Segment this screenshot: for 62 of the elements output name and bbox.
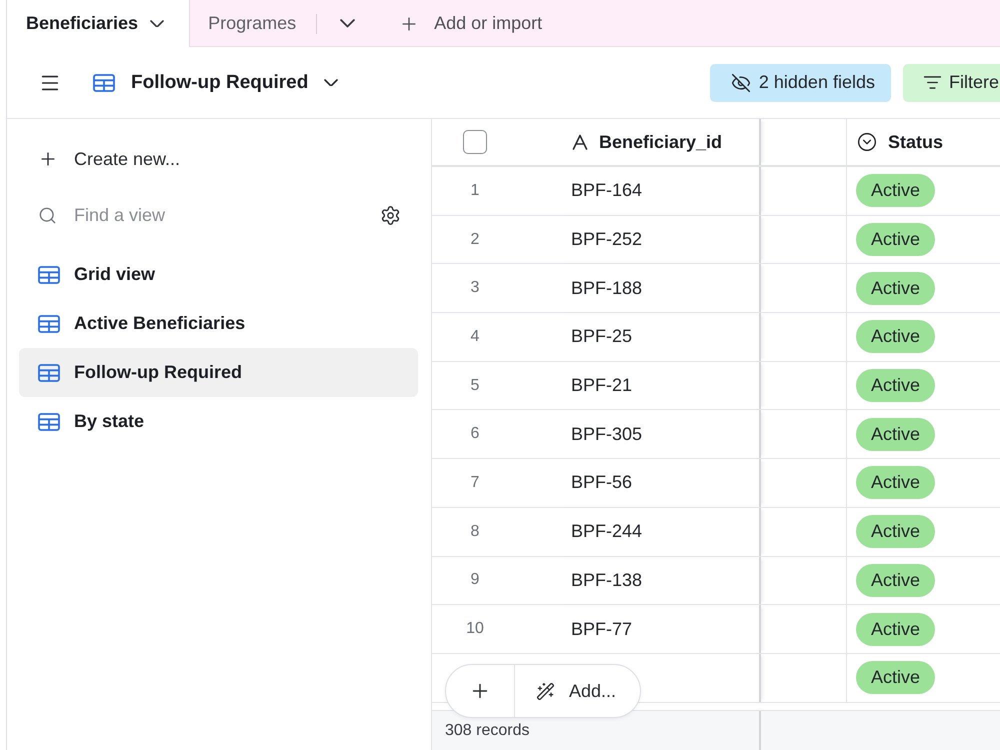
eye-off-icon	[730, 72, 751, 92]
status-tag: Active	[856, 466, 936, 500]
add-or-import-button[interactable]: Add or import	[399, 0, 542, 47]
magic-wand-icon	[536, 682, 555, 700]
letter-a-icon	[572, 134, 588, 150]
hidden-fields-button[interactable]: 2 hidden fields	[710, 64, 891, 102]
view-item[interactable]: Grid view	[19, 250, 418, 299]
table-cell: BPF-305	[560, 410, 761, 458]
table-icon	[38, 412, 60, 430]
table-cell: BPF-188	[560, 264, 761, 312]
status-tag: Active	[856, 272, 936, 305]
status-tag: Active	[856, 369, 936, 402]
status-tag: Active	[856, 515, 936, 548]
view-switcher[interactable]: Follow-up Required	[93, 72, 338, 94]
row-number: 6	[470, 424, 480, 444]
record-count: 308 records	[445, 722, 530, 740]
status-tag: Active	[856, 174, 936, 208]
table-tab[interactable]: Programes	[190, 0, 316, 47]
column-header[interactable]: Beneficiary_id	[572, 132, 722, 152]
status-tag: Active	[856, 418, 936, 451]
status-tag: Active	[856, 661, 936, 694]
settings-icon	[380, 204, 400, 226]
table-icon	[38, 364, 60, 382]
row-number: 5	[470, 376, 480, 396]
row-number: 1	[470, 180, 480, 201]
row-number: 4	[470, 326, 480, 347]
table-cell: BPF-77	[560, 605, 761, 653]
table-cell: BPF-252	[560, 216, 761, 264]
chevron-circle-icon	[857, 132, 877, 152]
row-number: 2	[470, 230, 480, 250]
search-icon	[38, 206, 57, 224]
chevron-down-icon	[150, 20, 164, 28]
status-tag: Active	[856, 320, 936, 354]
chevron-down-icon	[340, 19, 355, 28]
status-tag: Active	[856, 612, 936, 646]
select-all-checkbox[interactable]	[463, 130, 487, 154]
add-menu-button[interactable]: Add...	[515, 665, 640, 717]
table-tab[interactable]: Beneficiaries	[7, 0, 190, 47]
column-header[interactable]: Status	[857, 132, 944, 152]
create-new-button[interactable]: Create new...	[19, 134, 190, 184]
row-number: 3	[470, 278, 480, 298]
table-cell: BPF-21	[560, 362, 761, 410]
status-tag: Active	[856, 564, 936, 597]
row-number: 10	[465, 619, 485, 640]
row-number: 9	[470, 570, 480, 590]
table-cell: BPF-164	[560, 167, 761, 215]
filter-button[interactable]: Filtere	[902, 64, 1000, 102]
table-cell: BPF-138	[560, 556, 761, 604]
table-cell: BPF-25	[560, 313, 761, 361]
row-number: 7	[470, 472, 480, 493]
chevron-down-icon	[324, 78, 338, 86]
table-cell: BPF-56	[560, 459, 761, 507]
search-field[interactable]: Find a view	[74, 200, 378, 230]
table-icon	[38, 314, 60, 332]
table-cell: BPF-244	[560, 508, 761, 556]
table-icon	[38, 266, 60, 284]
status-tag: Active	[856, 223, 936, 256]
view-item[interactable]: Active Beneficiaries	[19, 299, 418, 348]
row-number: 8	[470, 522, 480, 542]
view-item[interactable]: By state	[19, 397, 418, 446]
view-item[interactable]: Follow-up Required	[19, 348, 418, 397]
table-icon	[93, 74, 115, 92]
